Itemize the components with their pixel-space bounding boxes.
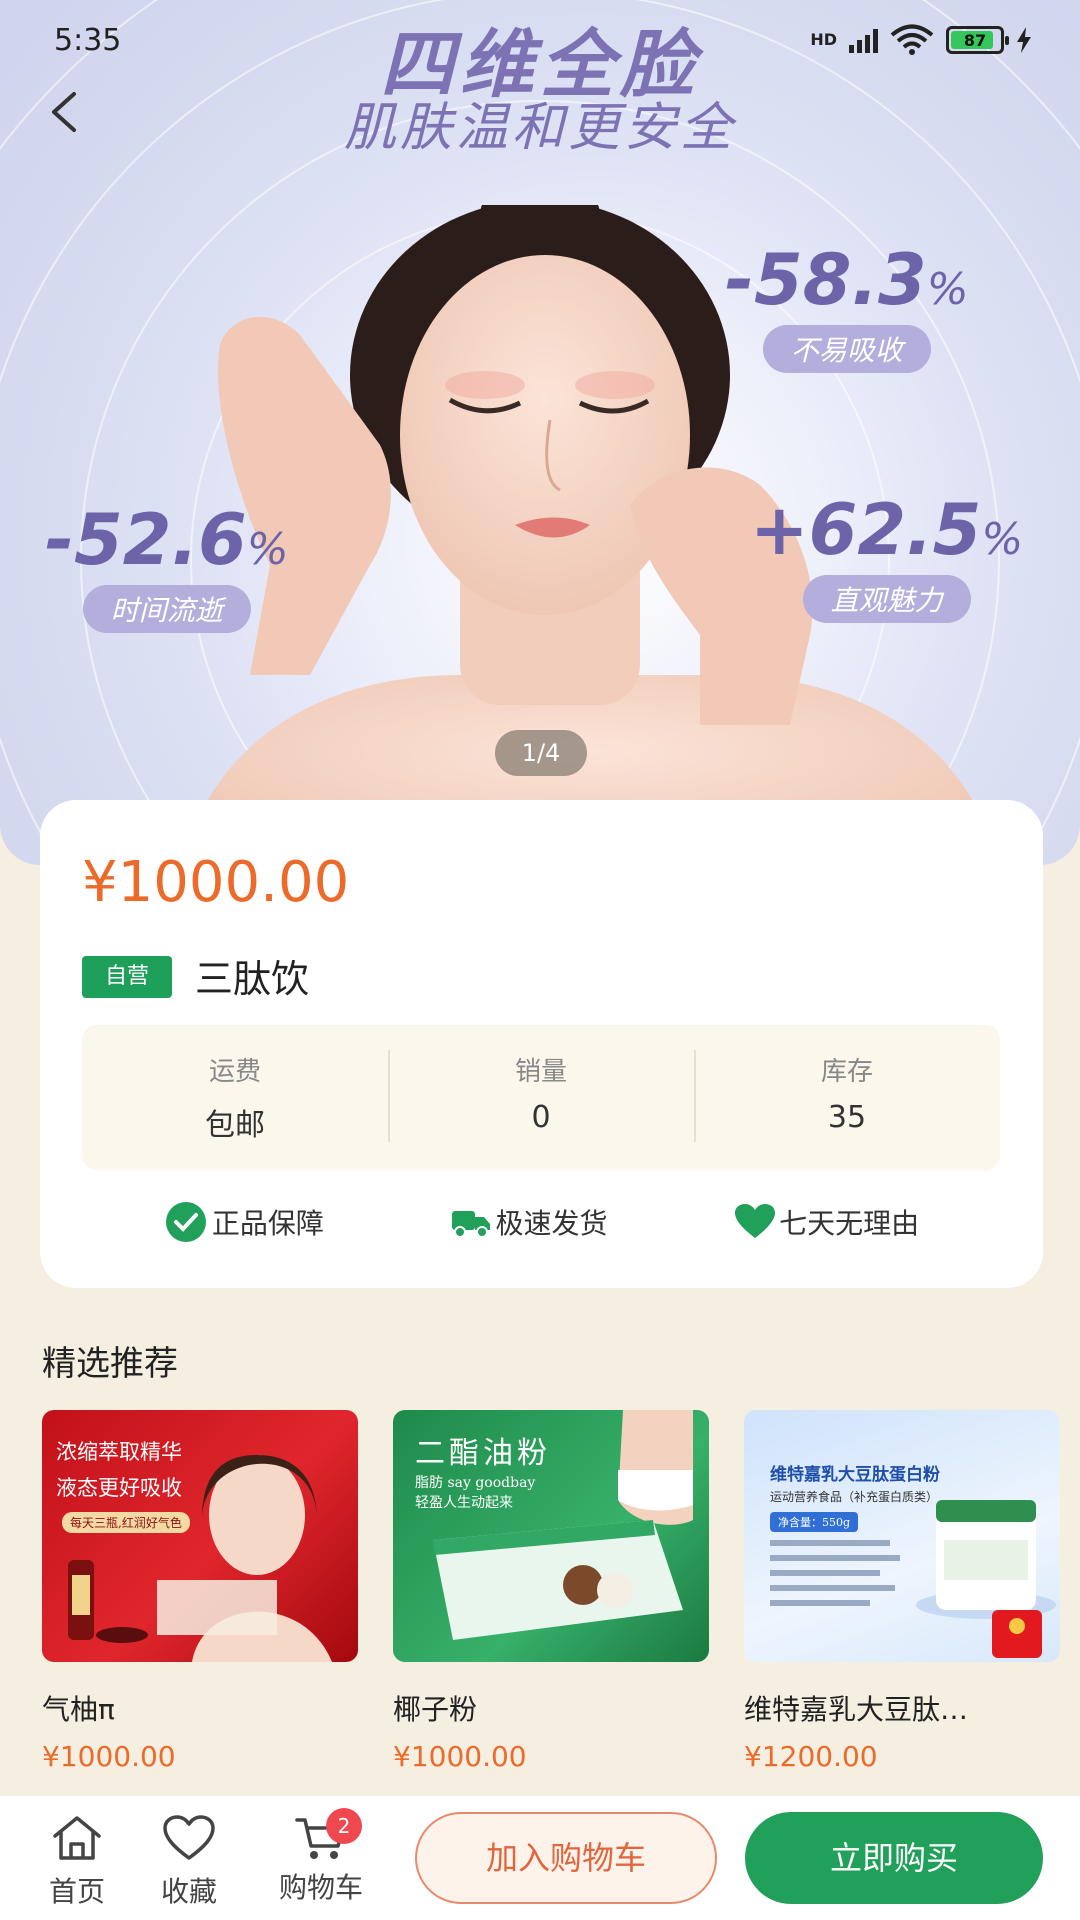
product-thumbnail: 浓缩萃取精华 液态更好吸收 每天三瓶,红润好气色 <box>42 1410 358 1662</box>
recommend-item-price: ¥1200.00 <box>744 1740 878 1773</box>
recommend-list[interactable]: 浓缩萃取精华 液态更好吸收 每天三瓶,红润好气色 气柚π ¥1000.00 二酯… <box>42 1410 1080 1800</box>
recommend-item[interactable]: 二酯油粉 脂肪 say goodbay 轻盈人生动起来 椰子粉 ¥1000.00 <box>393 1410 709 1773</box>
image-pager-indicator: 1/4 <box>495 730 587 776</box>
stat-badge: -52.6% 时间流逝 <box>45 505 289 633</box>
self-operated-badge: 自营 <box>82 956 172 998</box>
recommend-item-price: ¥1000.00 <box>393 1740 527 1773</box>
product-name: 三肽饮 <box>195 957 310 1001</box>
recommend-title: 精选推荐 <box>42 1344 178 1384</box>
recommend-item-name: 气柚π <box>42 1693 115 1726</box>
guarantee-return: 七天无理由 <box>735 1200 919 1244</box>
product-thumbnail: 维特嘉乳大豆肽蛋白粉 运动营养食品（补充蛋白质类） 净含量：550g <box>744 1410 1060 1662</box>
truck-icon <box>452 1211 491 1238</box>
banner-subtitle: 肌肤温和更安全 <box>343 98 736 158</box>
service-guarantees: 正品保障 极速发货 七天无理由 <box>40 1200 1043 1244</box>
check-circle-icon <box>165 1202 206 1242</box>
status-time: 5:35 <box>54 22 122 58</box>
bottom-action-bar: 首页 收藏 2 购物车 加入购物车 立即购买 <box>0 1795 1080 1920</box>
chevron-left-icon <box>52 92 76 132</box>
network-type: HD <box>810 30 837 49</box>
wifi-icon <box>890 24 934 55</box>
shipping-stat: 运费 包邮 <box>205 1057 265 1143</box>
add-to-cart-button[interactable]: 加入购物车 <box>415 1812 717 1904</box>
recommend-item[interactable]: 维特嘉乳大豆肽蛋白粉 运动营养食品（补充蛋白质类） 净含量：550g 维特嘉乳大… <box>744 1410 1060 1773</box>
back-button[interactable] <box>40 82 90 142</box>
cart-count-badge: 2 <box>326 1808 362 1844</box>
tab-cart[interactable]: 2 购物车 <box>266 1808 376 1906</box>
recommend-item-name: 维特嘉乳大豆肽… <box>744 1693 969 1726</box>
recommend-item-price: ¥1000.00 <box>42 1740 176 1773</box>
recommend-item[interactable]: 浓缩萃取精华 液态更好吸收 每天三瓶,红润好气色 气柚π ¥1000.00 <box>42 1410 358 1773</box>
battery-icon: 87 <box>946 26 1009 54</box>
status-bar: 5:35 HD 87 <box>0 0 1080 80</box>
recommend-item-name: 椰子粉 <box>393 1693 478 1726</box>
tab-home[interactable]: 首页 <box>40 1814 114 1910</box>
product-price: ¥1000.00 <box>82 850 350 915</box>
product-thumbnail: 二酯油粉 脂肪 say goodbay 轻盈人生动起来 <box>393 1410 709 1662</box>
charging-icon <box>1017 27 1031 53</box>
sales-stat: 销量 0 <box>388 1025 694 1170</box>
guarantee-authentic: 正品保障 <box>164 1200 324 1244</box>
product-image-carousel[interactable]: 四维全脸 肌肤温和更安全 -58.3% 不易吸收 -52.6% 时间流逝 +62… <box>0 0 1080 865</box>
guarantee-fast-shipping: 极速发货 <box>451 1200 607 1244</box>
stock-stat: 库存 35 <box>694 1025 1000 1170</box>
product-info-card: ¥1000.00 自营 三肽饮 运费 包邮 销量 0 库存 35 正品保障 极速… <box>40 800 1043 1288</box>
tab-favorite[interactable]: 收藏 <box>152 1814 226 1910</box>
product-stats: 运费 包邮 销量 0 库存 35 <box>82 1025 1000 1170</box>
signal-icon <box>849 27 878 53</box>
home-icon <box>53 1816 101 1860</box>
stat-badge: -58.3% 不易吸收 <box>725 245 969 373</box>
stat-badge: +62.5% 直观魅力 <box>750 495 1023 623</box>
heart-icon <box>735 1204 776 1238</box>
buy-now-button[interactable]: 立即购买 <box>745 1812 1043 1904</box>
heart-outline-icon <box>163 1815 215 1860</box>
